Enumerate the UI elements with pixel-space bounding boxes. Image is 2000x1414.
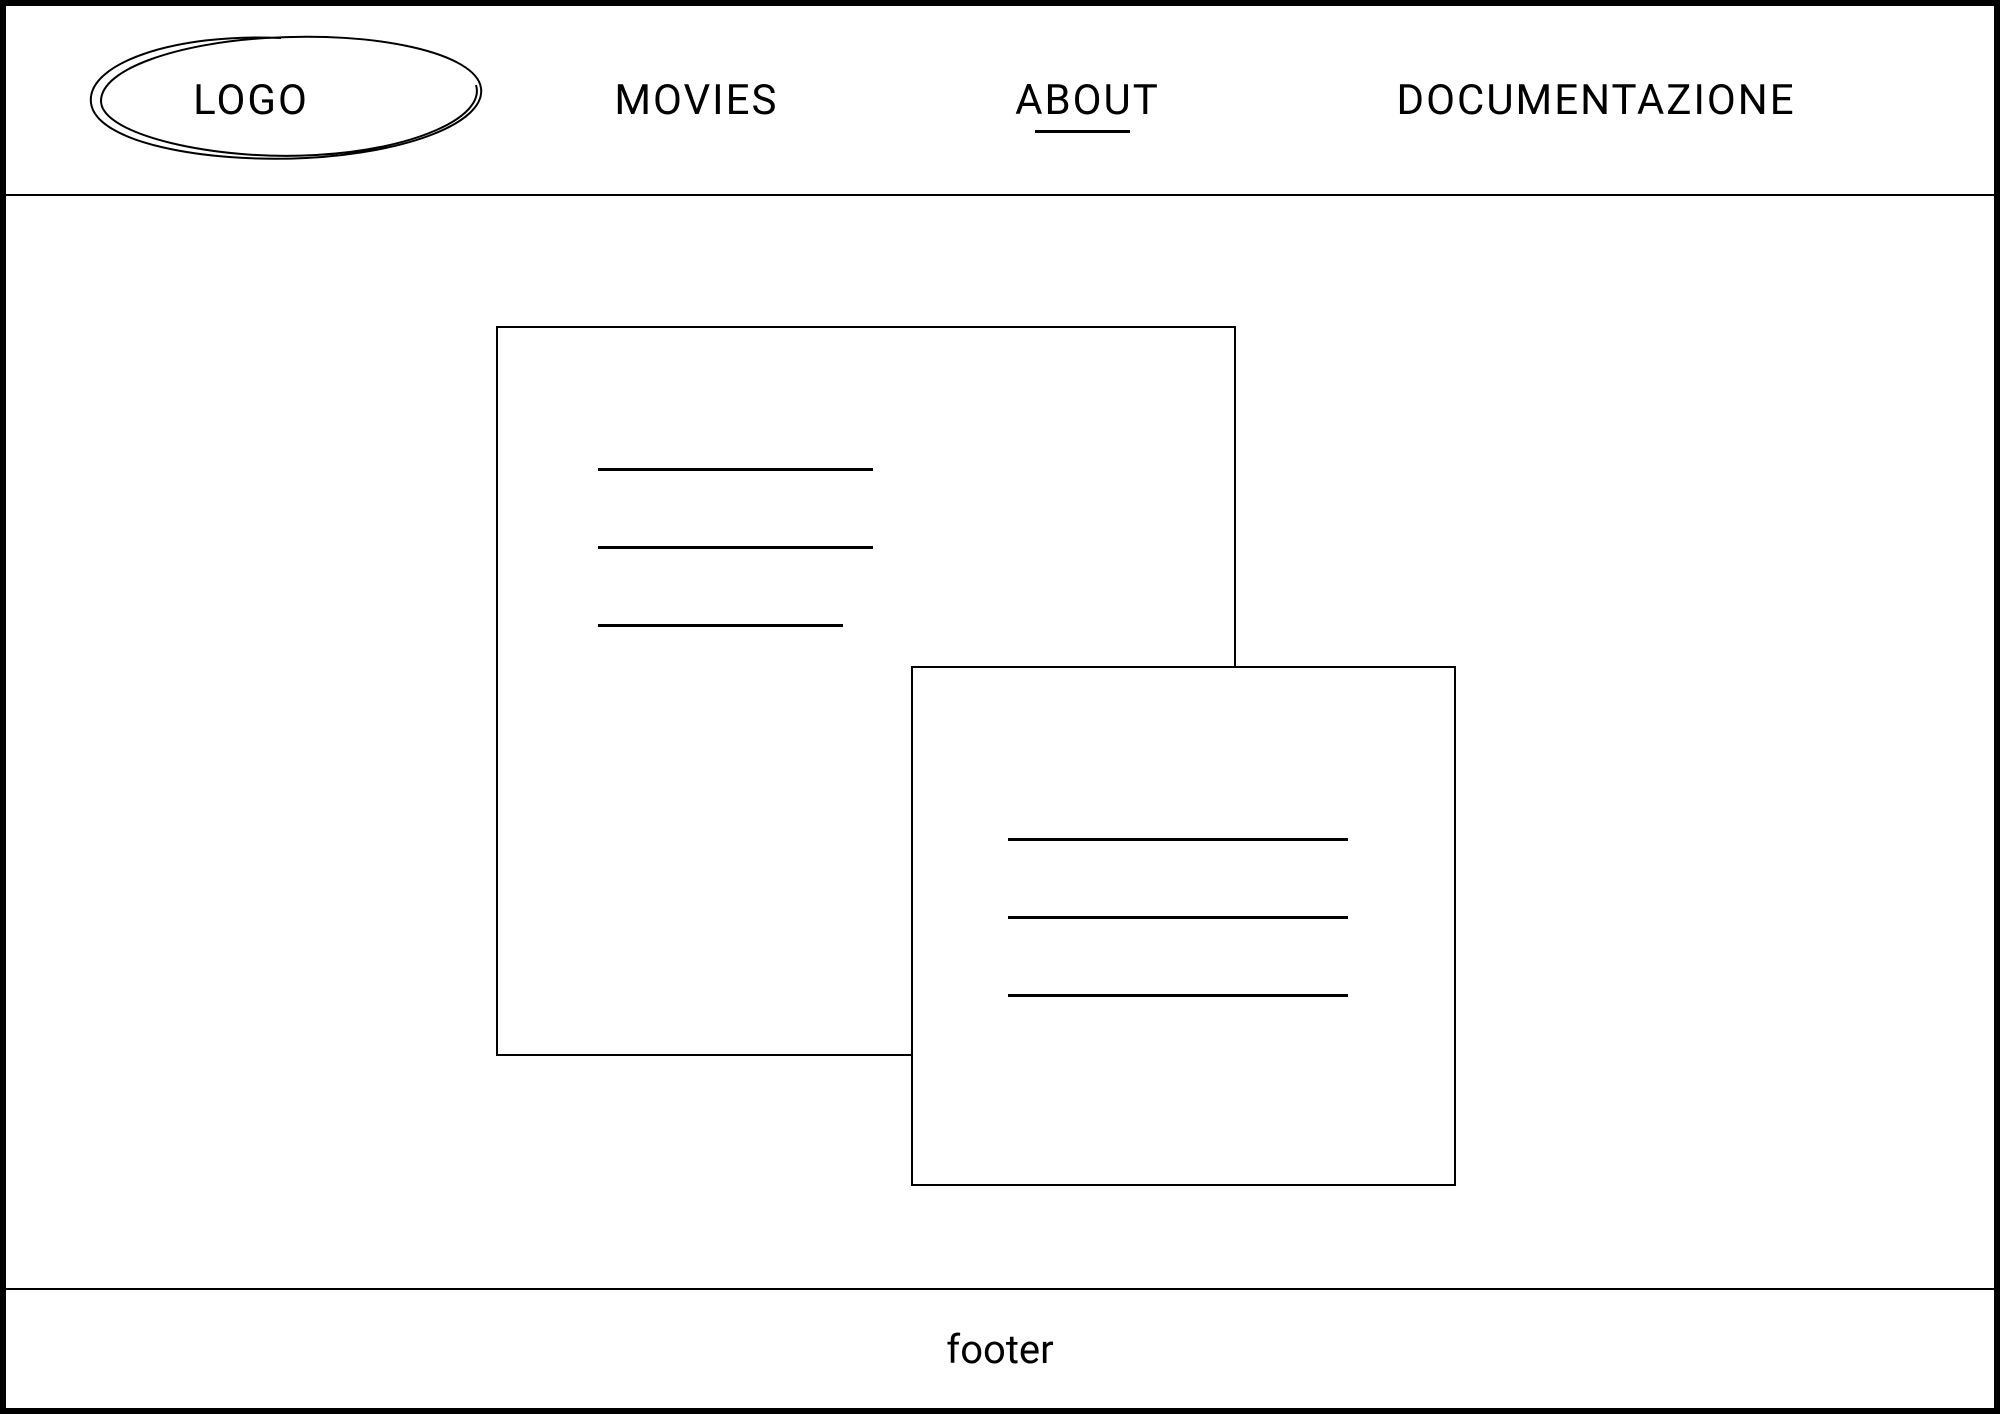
placeholder-text-icon — [1008, 838, 1348, 997]
header: LOGO MOVIES ABOUT DOCUMENTAZIONE — [6, 6, 1994, 196]
content-card-small — [911, 666, 1456, 1186]
footer-label: footer — [946, 1326, 1053, 1373]
nav: MOVIES ABOUT DOCUMENTAZIONE — [496, 76, 1994, 125]
logo[interactable]: LOGO — [6, 5, 496, 195]
placeholder-text-icon — [598, 468, 873, 627]
wireframe-frame: LOGO MOVIES ABOUT DOCUMENTAZIONE — [0, 0, 2000, 1414]
main-content — [6, 196, 1994, 1288]
nav-item-documentazione[interactable]: DOCUMENTAZIONE — [1397, 76, 1796, 125]
footer: footer — [6, 1288, 1994, 1408]
nav-item-movies[interactable]: MOVIES — [614, 76, 778, 125]
logo-label: LOGO — [193, 76, 309, 125]
nav-item-about[interactable]: ABOUT — [1015, 76, 1160, 125]
